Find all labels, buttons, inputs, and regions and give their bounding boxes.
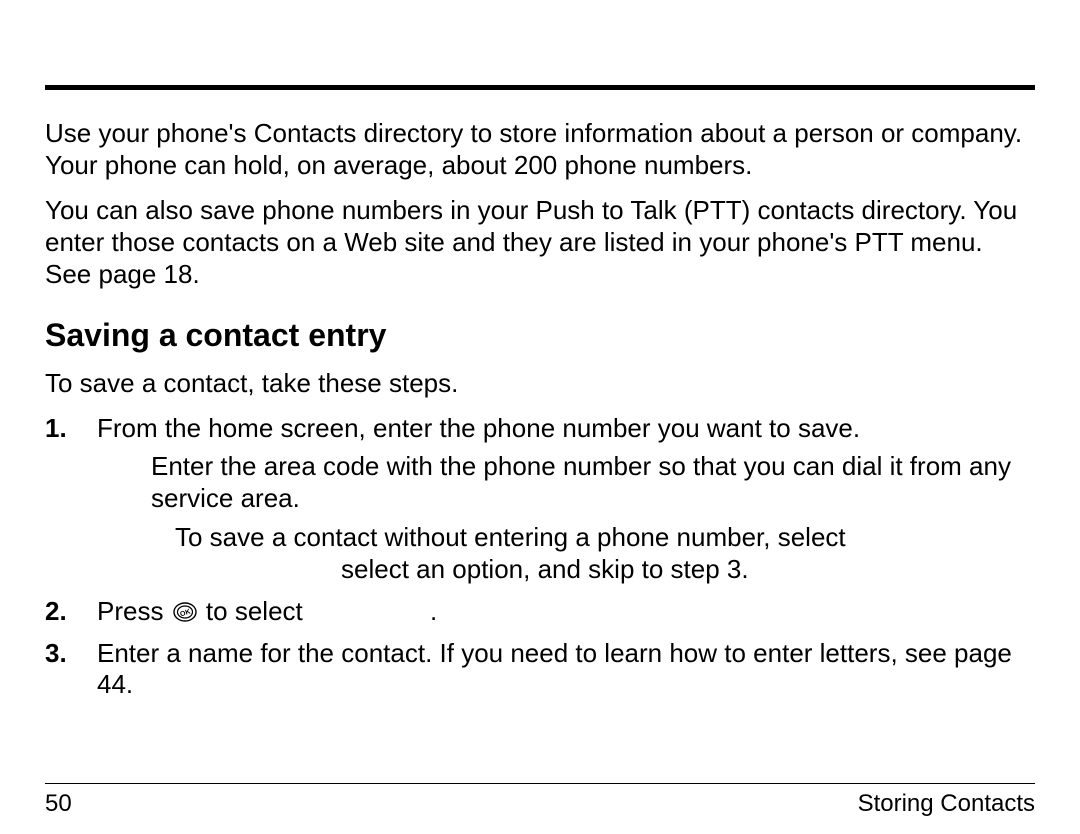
footer-rule <box>45 783 1035 784</box>
step-2-before: Press <box>97 596 171 626</box>
page-footer: 50 Storing Contacts <box>45 783 1035 818</box>
step-2-marker: 2. <box>45 596 67 628</box>
page-number: 50 <box>45 790 72 818</box>
numbered-list: 1. From the home screen, enter the phone… <box>45 413 1035 701</box>
step-2-tail: . <box>430 596 437 626</box>
step-1: 1. From the home screen, enter the phone… <box>45 413 1035 586</box>
intro-paragraph-2: You can also save phone numbers in your … <box>45 195 1035 290</box>
step-3-marker: 3. <box>45 638 67 670</box>
step-1-note-2: To save a contact without entering a pho… <box>97 522 1035 585</box>
section-title: Storing Contacts <box>858 790 1035 818</box>
step-2-after: to select <box>206 596 303 626</box>
step-1-text: From the home screen, enter the phone nu… <box>97 413 860 443</box>
document-page: Use your phone's Contacts directory to s… <box>0 0 1080 834</box>
step-1-marker: 1. <box>45 413 67 445</box>
step-3: 3. Enter a name for the contact. If you … <box>45 638 1035 701</box>
step-1-note-1: Enter the area code with the phone numbe… <box>97 451 1035 514</box>
intro-paragraph-1: Use your phone's Contacts directory to s… <box>45 118 1035 181</box>
lead-in: To save a contact, take these steps. <box>45 368 1035 400</box>
section-heading: Saving a contact entry <box>45 317 1035 354</box>
ok-button-icon: OK <box>173 602 197 622</box>
step-2: 2. Press OK to select . <box>45 596 1035 628</box>
step-3-text: Enter a name for the contact. If you nee… <box>97 638 1012 700</box>
top-rule <box>45 85 1035 90</box>
